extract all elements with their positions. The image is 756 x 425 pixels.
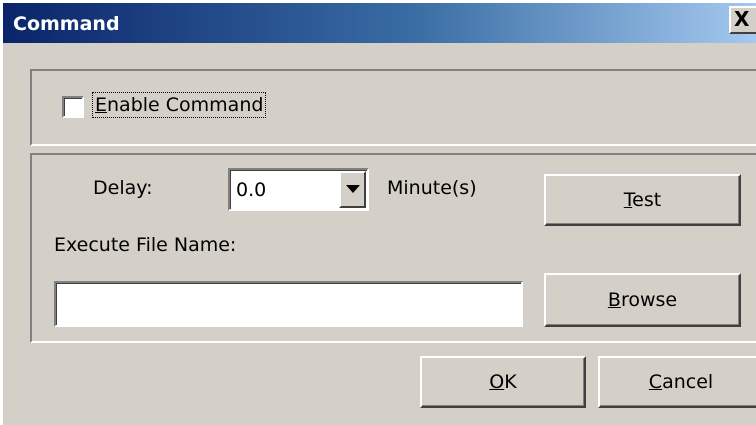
execute-file-name-label: Execute File Name:: [54, 234, 237, 256]
browse-button[interactable]: Browse: [544, 273, 741, 327]
test-button[interactable]: Test: [544, 174, 741, 226]
ok-button[interactable]: OK: [420, 356, 586, 408]
window-title: Command: [13, 13, 120, 35]
dropdown-arrow-button[interactable]: [339, 171, 366, 208]
delay-dropdown[interactable]: 0.0: [228, 168, 369, 211]
close-icon: X: [734, 7, 750, 31]
delay-label: Delay:: [93, 177, 153, 199]
command-dialog: Command Enable Command Delay: 0.0 Minute…: [0, 0, 756, 425]
title-bar: Command: [3, 3, 756, 43]
close-button[interactable]: X: [729, 6, 756, 34]
enable-command-label[interactable]: Enable Command: [92, 92, 267, 118]
cancel-button[interactable]: Cancel: [598, 356, 756, 408]
delay-value: 0.0: [236, 179, 267, 201]
delay-unit-label: Minute(s): [387, 177, 477, 199]
enable-command-checkbox[interactable]: [62, 96, 84, 118]
execute-file-name-input[interactable]: [54, 281, 523, 327]
chevron-down-icon: [346, 185, 360, 193]
